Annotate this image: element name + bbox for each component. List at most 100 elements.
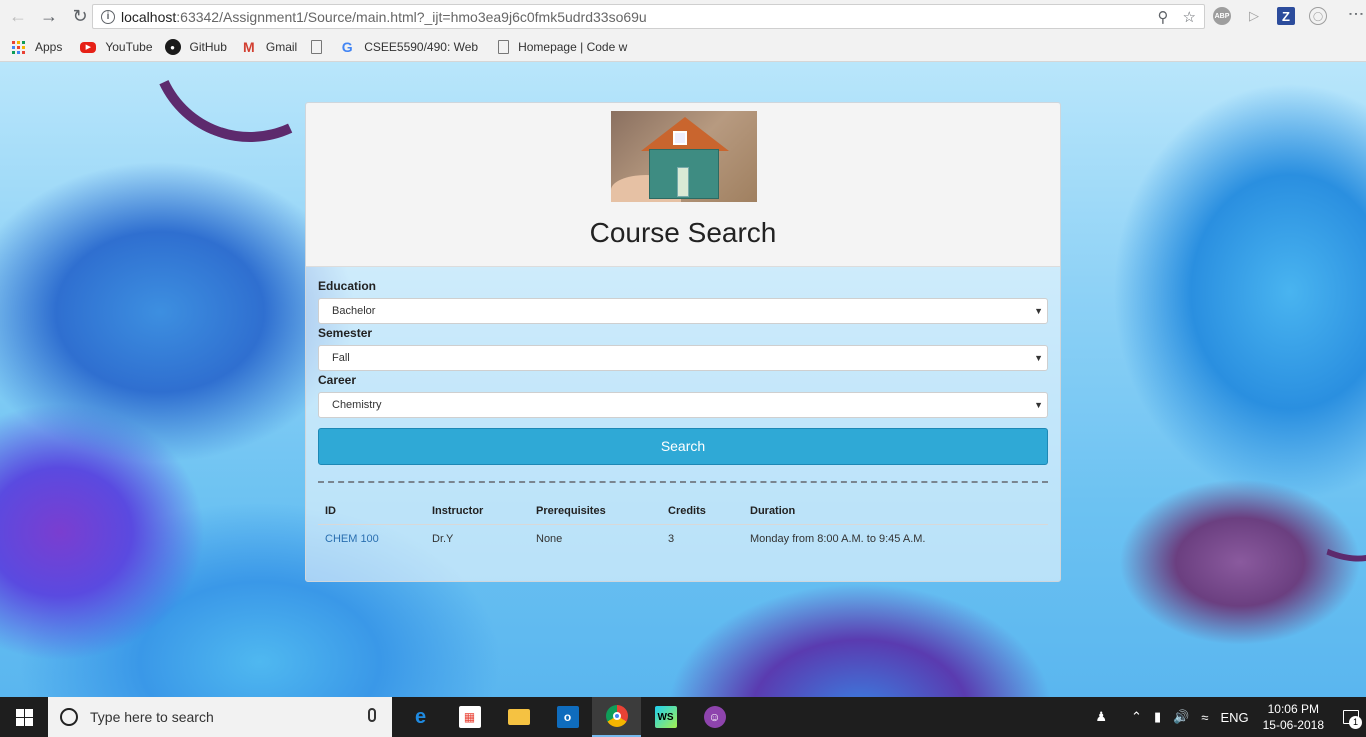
semester-select[interactable]: Fall ▼ xyxy=(318,345,1048,371)
column-header-credits: Credits xyxy=(661,505,743,525)
bookmark-gmail[interactable]: M Gmail xyxy=(241,39,297,55)
search-button[interactable]: Search xyxy=(318,428,1048,465)
course-id-cell: CHEM 100 xyxy=(318,525,425,554)
zotero-extension-icon[interactable]: Z xyxy=(1277,7,1295,25)
bookmark-label: GitHub xyxy=(189,40,227,54)
career-label: Career xyxy=(318,373,357,387)
webstorm-icon: WS xyxy=(654,706,677,728)
language-indicator[interactable]: ENG xyxy=(1220,710,1248,725)
notification-count-badge: 1 xyxy=(1349,716,1362,729)
course-search-panel: Course Search Education Bachelor ▼ Semes… xyxy=(305,102,1061,582)
apps-grid-icon xyxy=(10,39,26,55)
career-selected-value: Chemistry xyxy=(332,399,382,411)
people-icon[interactable]: ♟ xyxy=(1095,709,1107,725)
house-logo-image xyxy=(611,111,757,202)
windows-logo-icon xyxy=(15,708,33,726)
bookmark-apps[interactable]: Apps xyxy=(10,39,62,55)
system-tray: ♟ ⌃ ▮ 🔊 ≈ ENG 10:06 PM 15-06-2018 1 xyxy=(1089,697,1366,737)
start-button[interactable] xyxy=(0,697,48,737)
education-selected-value: Bachelor xyxy=(332,305,376,317)
bookmarks-bar: Apps ▶ YouTube ● GitHub M Gmail G CSEE55… xyxy=(0,33,1366,62)
panel-header: Course Search xyxy=(306,103,1060,267)
site-info-icon[interactable]: i xyxy=(101,9,115,24)
taskbar-outlook[interactable]: o xyxy=(543,697,592,737)
url-host: localhost xyxy=(121,8,177,25)
zoom-icon[interactable]: ⚲ xyxy=(1158,8,1169,26)
bookmark-homepage[interactable]: Homepage | Code w xyxy=(498,40,627,54)
youtube-icon: ▶ xyxy=(80,41,97,53)
forward-arrow-icon[interactable]: → xyxy=(36,4,62,30)
bookmark-github[interactable]: ● GitHub xyxy=(164,39,227,55)
course-id-link[interactable]: CHEM 100 xyxy=(325,533,379,545)
table-header-row: ID Instructor Prerequisites Credits Dura… xyxy=(318,505,1048,525)
bookmark-label: CSEE5590/490: Web xyxy=(364,40,479,54)
education-label: Education xyxy=(318,279,377,293)
dropdown-arrow-icon: ▼ xyxy=(1034,400,1043,410)
url-text[interactable]: localhost:63342/Assignment1/Source/main.… xyxy=(121,9,647,25)
bookmark-star-icon[interactable]: ☆ xyxy=(1183,8,1196,26)
wifi-icon[interactable]: ≈ xyxy=(1201,710,1208,725)
battery-icon[interactable]: ▮ xyxy=(1154,709,1161,725)
dropdown-arrow-icon: ▼ xyxy=(1034,353,1043,363)
cortana-icon xyxy=(60,708,78,726)
duration-cell: Monday from 8:00 A.M. to 9:45 A.M. xyxy=(750,533,926,545)
back-arrow-icon[interactable]: ← xyxy=(5,4,31,30)
extension-circle-icon[interactable]: ◯ xyxy=(1309,7,1327,25)
chrome-icon xyxy=(605,705,628,727)
prerequisites-cell: None xyxy=(536,533,563,545)
bookmark-youtube[interactable]: ▶ YouTube xyxy=(80,40,153,54)
clock-date: 15-06-2018 xyxy=(1262,718,1324,732)
taskbar-webstorm[interactable]: WS xyxy=(641,697,690,737)
volume-icon[interactable]: 🔊 xyxy=(1173,709,1189,725)
flower-stem-decoration xyxy=(1185,289,1366,595)
bookmark-label: Apps xyxy=(35,40,63,54)
page-icon xyxy=(311,40,323,54)
taskbar-chrome[interactable] xyxy=(592,697,641,737)
taskbar-search-box[interactable]: Type here to search xyxy=(48,697,392,737)
github-icon: ● xyxy=(164,39,181,55)
chevron-up-icon[interactable]: ⌃ xyxy=(1131,709,1142,725)
edge-icon: e xyxy=(414,705,427,728)
column-header-id: ID xyxy=(318,505,425,525)
browser-toolbar: ← → ↻ i localhost:63342/Assignment1/Sour… xyxy=(0,0,1366,33)
address-bar[interactable]: i localhost:63342/Assignment1/Source/mai… xyxy=(92,4,1205,29)
taskbar-store[interactable]: ▦ xyxy=(445,697,494,737)
dropdown-arrow-icon: ▼ xyxy=(1034,306,1043,316)
column-header-prerequisites: Prerequisites xyxy=(529,505,661,525)
github-desktop-icon: ☺ xyxy=(703,706,726,728)
semester-selected-value: Fall xyxy=(332,352,350,364)
adblock-extension-icon[interactable]: ABP xyxy=(1213,7,1231,25)
taskbar-github-desktop[interactable]: ☺ xyxy=(690,697,739,737)
reload-icon[interactable]: ↻ xyxy=(67,4,93,30)
table-row: CHEM 100 Dr.Y None 3 Monday from 8:00 A.… xyxy=(318,525,1048,554)
bookmark-label: Gmail xyxy=(265,40,298,54)
gmail-icon: M xyxy=(243,39,255,55)
pdf-extension-icon[interactable]: ▷ xyxy=(1245,7,1263,25)
results-table: ID Instructor Prerequisites Credits Dura… xyxy=(318,505,1048,553)
bookmark-csee[interactable]: G CSEE5590/490: Web xyxy=(339,39,478,55)
course-search-form: Education Bachelor ▼ Semester Fall ▼ Car… xyxy=(306,267,1060,553)
bookmark-label: Homepage | Code w xyxy=(518,40,628,54)
page-title: Course Search xyxy=(589,217,777,248)
taskbar-file-explorer[interactable] xyxy=(494,697,543,737)
taskbar-edge[interactable]: e xyxy=(396,697,445,737)
bookmark-page[interactable] xyxy=(311,40,331,54)
career-select[interactable]: Chemistry ▼ xyxy=(318,392,1048,418)
url-path: :63342/Assignment1/Source/main.html?_ijt… xyxy=(176,8,647,25)
microphone-icon[interactable] xyxy=(368,708,376,722)
clock[interactable]: 10:06 PM 15-06-2018 xyxy=(1263,701,1324,733)
store-bag-icon: ▦ xyxy=(458,706,481,728)
semester-label: Semester xyxy=(318,326,373,340)
browser-menu-icon[interactable]: ⋮ xyxy=(1347,6,1364,22)
action-center-button[interactable]: 1 xyxy=(1336,697,1366,737)
page-icon xyxy=(498,40,510,54)
bookmark-label: YouTube xyxy=(105,40,153,54)
column-header-instructor: Instructor xyxy=(425,505,529,525)
instructor-cell: Dr.Y xyxy=(432,533,454,545)
education-select[interactable]: Bachelor ▼ xyxy=(318,298,1048,324)
windows-taskbar: Type here to search e ▦ o WS ☺ ♟ ⌃ ▮ 🔊 ≈… xyxy=(0,697,1366,737)
outlook-icon: o xyxy=(556,706,579,728)
google-icon: G xyxy=(341,39,353,55)
clock-time: 10:06 PM xyxy=(1267,702,1319,716)
taskbar-search-placeholder: Type here to search xyxy=(90,709,214,725)
